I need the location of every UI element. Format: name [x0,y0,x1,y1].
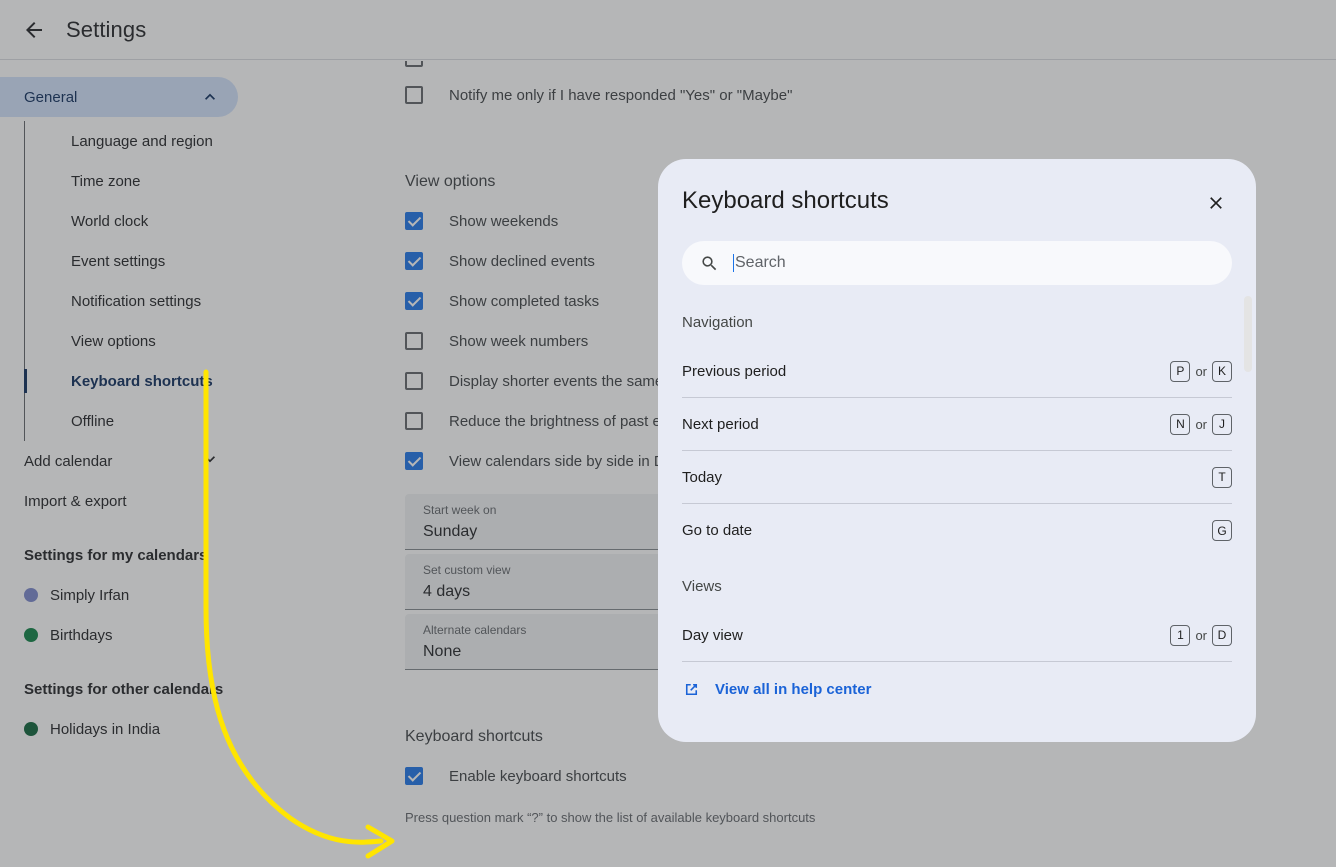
shortcut-label: Previous period [682,362,787,380]
close-button[interactable] [1200,189,1232,221]
dialog-body: Navigation Previous period P or K Next p… [658,299,1256,729]
shortcut-keys: N or J [1170,413,1232,435]
key-separator: or [1195,363,1207,379]
key-cap: J [1212,413,1232,435]
keyboard-shortcuts-dialog: Keyboard shortcuts Search Navigation Pre… [658,159,1256,742]
key-cap: K [1212,360,1232,382]
shortcut-row-today: Today T [682,451,1232,504]
key-cap: N [1170,413,1191,435]
shortcut-keys: 1 or D [1170,624,1232,646]
shortcut-row-next-period: Next period N or J [682,398,1232,451]
search-icon [700,254,719,273]
shortcut-row-go-to-date: Go to date G [682,504,1232,557]
key-cap: D [1212,624,1232,646]
shortcut-label: Next period [682,415,759,433]
shortcut-label: Go to date [682,522,753,539]
group-heading-views: Views [682,577,722,595]
group-heading-navigation: Navigation [682,313,753,331]
shortcut-row-previous-period: Previous period P or K [682,345,1232,398]
search-placeholder: Search [735,254,786,271]
dialog-title: Keyboard shortcuts [682,187,889,214]
dialog-header: Keyboard shortcuts [658,159,1256,221]
shortcut-keys: G [1212,520,1232,541]
shortcut-row-day-view: Day view 1 or D [682,609,1232,662]
settings-page: Settings General Language and region Tim… [0,0,1336,867]
dialog-scrollbar-thumb[interactable] [1244,296,1252,372]
shortcut-keys: P or K [1170,360,1232,382]
key-cap: G [1212,520,1232,541]
shortcut-label: Today [682,468,723,486]
key-separator: or [1195,416,1207,432]
open-in-new-icon [682,680,701,699]
shortcut-label: Day view [682,626,743,644]
help-link-label: View all in help center [715,681,872,698]
key-cap: 1 [1170,624,1191,646]
key-cap: T [1212,466,1232,488]
key-separator: or [1195,627,1207,643]
close-icon [1206,193,1226,218]
text-caret [733,254,734,272]
view-all-help-center-link[interactable]: View all in help center [682,680,1232,699]
shortcut-search-field[interactable]: Search [682,241,1232,285]
shortcut-keys: T [1212,466,1232,488]
key-cap: P [1170,360,1191,382]
